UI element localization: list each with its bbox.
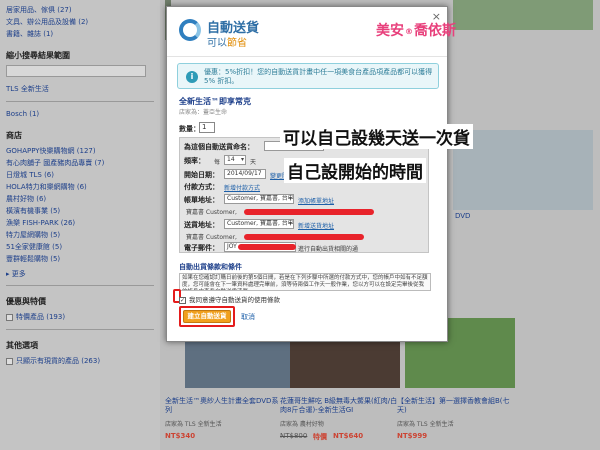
in-stock-checkbox[interactable] [6,357,13,365]
product-title[interactable]: 【全新生活】第一選擇香教會組B(七天) [397,397,512,415]
frequency-label: 頻率： [184,157,205,165]
in-stock-filter[interactable]: 只顯示有現貨的產品 (263) [6,355,154,367]
product-title[interactable]: 花蓮哥生鮮吃 B級無毒大鱉果(紅肉/白肉8斤合運)-全新生活GI [280,397,398,415]
annotation-start-date: 自己設開始的時間 [284,158,426,183]
sidebar-link-home[interactable]: 居家用品、傢俱 (27) [6,4,154,16]
product-price: NT$999 [397,432,428,440]
name-label: 為這個自動送貨命名： [184,143,254,151]
product-image[interactable] [453,130,593,210]
narrow-search-input[interactable] [6,65,146,77]
shop-link[interactable]: 特力屋網購物 (5) [6,229,154,241]
redaction-mark [238,244,296,250]
autoship-form: 為這個自動送貨命名： 頻率： 每 14 天 開始日期： 2014/09/17 變… [179,137,429,253]
sidebar-link-bosch[interactable]: Bosch (1) [6,108,154,120]
in-stock-label: 只顯示有現貨的產品 (263) [16,357,101,365]
sidebar-link-store[interactable]: TLS 全新生活 [6,83,154,95]
sidebar-link-stationery[interactable]: 文具、辦公用品及設備 (2) [6,16,154,28]
info-icon: i [186,71,198,83]
shops-heading: 商店 [6,131,22,140]
shop-link[interactable]: 51全家健康館 (5) [6,241,154,253]
annotation-frequency: 可以自己設幾天送一次貨 [280,124,473,149]
start-date-label: 開始日期： [184,171,219,179]
watermark-mark: ® [405,26,413,36]
shipping-address-select[interactable]: Customer, 寶嘉書, 台中市 [224,219,294,229]
product-seller: 店家為：蓋亞生命 [179,109,228,116]
other-options-heading: 其他選項 [6,341,38,350]
billing-address-select[interactable]: Customer, 寶嘉書, 台中市 [224,194,294,204]
redaction-mark [244,209,374,215]
watermark-left: 美安 [376,23,404,39]
autoship-logo-icon [179,19,201,41]
original-price: NT$800 [280,432,308,440]
shipping-address-label: 送貨地址： [184,221,219,229]
narrow-results-heading: 縮小搜尋結果範圍 [6,51,70,60]
product-seller: 店家為 TLS 全新生活 [397,421,454,428]
special-filter[interactable]: 特價產品 (193) [6,311,154,323]
divider [6,101,154,102]
special-price: NT$640 [333,432,364,440]
product-name[interactable]: 全新生活™即享常克 [179,96,251,107]
watermark: 美安®喬依斯 [376,20,456,40]
product-seller: 店家為 TLS 全新生活 [165,421,222,428]
agree-label: 我同意遵守自動送貨的使用條款 [189,296,280,304]
terms-text[interactable]: 如果在您確認訂購日前後的第5個日間，若是在下列步驟中所選的付款方式中，您的帳戶中… [179,273,431,291]
divider [6,329,154,330]
product-title[interactable]: 全新生活™奧紗人生計畫全套DVD系列 [165,397,280,415]
shop-link[interactable]: 有心肉舖子 國產豬肉品專賣 (7) [6,157,154,169]
frequency-unit: 天 [250,159,257,166]
quantity-label: 數量： [179,125,200,133]
special-checkbox[interactable] [6,313,13,321]
cancel-link[interactable]: 取消 [241,312,255,322]
subtitle-save: 節省 [227,38,247,49]
special-label: 特價產品 (193) [16,313,66,321]
product-title[interactable]: DVD [455,212,470,221]
start-date-input[interactable]: 2014/09/17 [224,169,266,179]
email-note: 進行自動出貨相關的通 [298,246,359,253]
frequency-select[interactable]: 14 [224,155,246,165]
shop-link[interactable]: 農村好物 (6) [6,193,154,205]
billing-address-label: 帳單地址： [184,196,219,204]
special-label: 特價 [313,433,327,441]
email-label: 電子郵件： [184,244,219,252]
add-payment-link[interactable]: 新增付款方式 [224,183,260,192]
divider [6,285,154,286]
terms-title: 自動出貨條款和條件 [179,263,242,271]
more-label: 更多 [11,270,26,278]
add-billing-address-link[interactable]: 添加帳單地址 [298,196,334,205]
agree-checkbox[interactable]: ✓ [179,296,186,304]
shop-link[interactable]: 豐群輕鬆購物 (5) [6,253,154,265]
dialog-subtitle: 可以節省 [207,34,247,49]
category-sidebar: 居家用品、傢俱 (27) 文具、辦公用品及設備 (2) 書籍、雜誌 (1) 縮小… [0,0,160,450]
discount-text: 優惠：5%折扣！您的自動送貨計畫中任一項美食台產品項產品都可以獲得 5% 折扣。 [204,68,433,85]
redaction-mark [244,234,364,240]
frequency-every: 每 [214,159,221,166]
product-image[interactable] [453,0,593,30]
subtitle-prefix: 可以 [207,38,227,49]
shop-link[interactable]: HOLA特力和樂網購物 (6) [6,181,154,193]
add-shipping-address-link[interactable]: 新增送貨地址 [298,221,334,230]
quantity-input[interactable]: 1 [199,122,215,133]
product-price: NT$340 [165,432,196,440]
sidebar-link-books[interactable]: 書籍、雜誌 (1) [6,28,154,40]
shop-link[interactable]: GOHAPPY快樂購物網 (127) [6,145,154,157]
watermark-right: 喬依斯 [414,23,456,39]
shop-link[interactable]: 日燈城 TLS (6) [6,169,154,181]
product-seller: 店家為 農村好物 [280,421,324,428]
discount-notice: i 優惠：5%折扣！您的自動送貨計畫中任一項美食台產品項產品都可以獲得 5% 折… [177,63,439,89]
agree-terms-row[interactable]: ✓ 我同意遵守自動送貨的使用條款 [179,294,280,304]
billing-address-detail: 寶嘉書 Customer, [186,209,237,216]
shop-link[interactable]: 漁樂 FISH-PARK (26) [6,217,154,229]
shop-link[interactable]: 橫濱有機事業 (5) [6,205,154,217]
promo-heading: 優惠與特價 [6,297,46,306]
payment-label: 付款方式： [184,183,219,191]
create-autoship-button[interactable]: 建立自動送貨 [183,310,231,323]
more-shops-link[interactable]: ▸ 更多 [6,269,154,279]
shipping-address-detail: 寶嘉書 Customer, [186,234,237,241]
